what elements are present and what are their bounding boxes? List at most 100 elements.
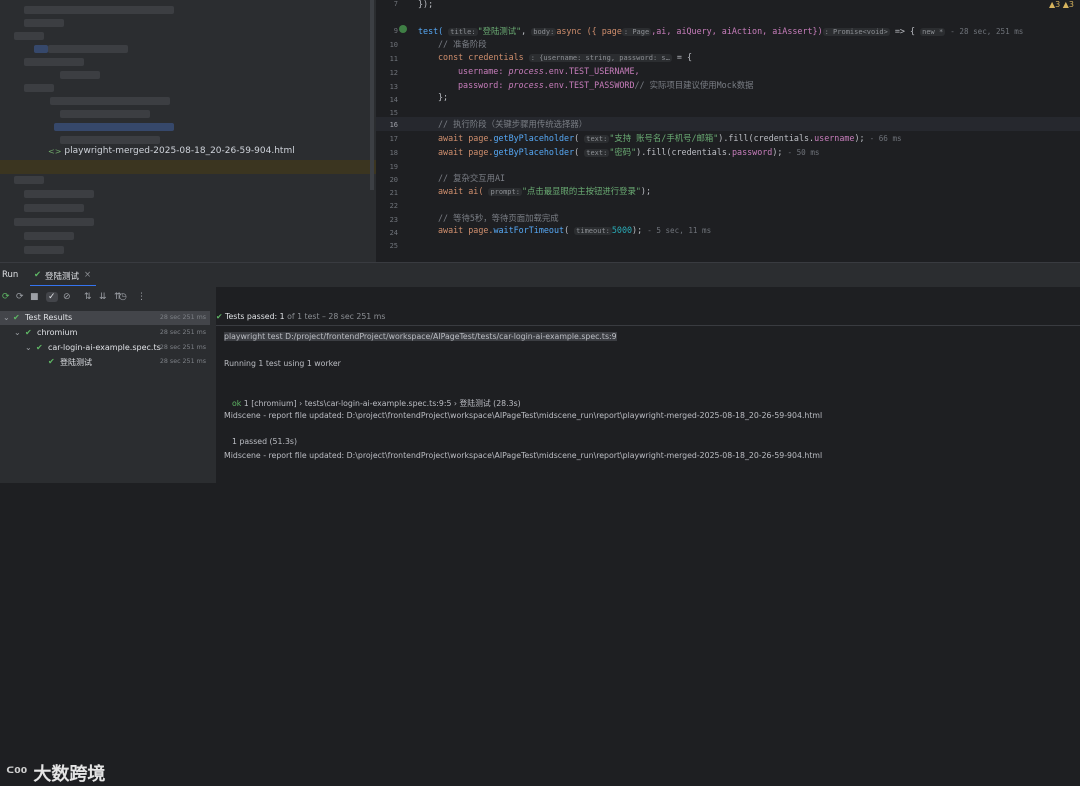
line-number: 21 [389, 189, 398, 197]
console-ok-line: ok 1 [chromium] › tests\car-login-ai-exa… [232, 398, 521, 409]
code-editor[interactable]: ▲3 ▲3 7 }); 9 test( title: "登陆测试", body: a… [376, 0, 1080, 262]
show-passed-icon[interactable]: ✓ [46, 292, 58, 302]
test-status-bar: ✔ Tests passed: 1 of 1 test – 28 sec 251… [216, 312, 385, 321]
code-line-13: password: process.env.TEST_PASSWORD// 实际… [458, 79, 754, 91]
chevron-down-icon[interactable]: ⌄ [3, 313, 10, 322]
collapse-all-icon[interactable]: ⇊ [99, 292, 107, 302]
console-report-2: Midscene - report file updated: D:\proje… [224, 451, 823, 460]
step-duration: - 66 ms [869, 134, 902, 143]
chevron-down-icon[interactable]: ⌄ [25, 343, 32, 352]
fill-call: ).fill(credentials. [636, 147, 732, 157]
ok-mark: ok [232, 399, 242, 408]
code-line-10: // 准备阶段 [438, 39, 487, 49]
console-output[interactable]: ✔ Tests passed: 1 of 1 test – 28 sec 251… [216, 310, 1080, 483]
inlay-hint-return: : Promise<void> [822, 28, 890, 36]
line-number: 11 [389, 55, 398, 63]
check-icon: ✔ [48, 357, 55, 366]
blurred-row [24, 84, 54, 92]
blurred-row [24, 6, 174, 14]
arrow-brace: => { [894, 26, 916, 36]
tree-row-spec-file[interactable]: ⌄ ✔ car-login-ai-example.spec.ts 28 sec … [0, 341, 210, 355]
tree-row-test-results[interactable]: ⌄ ✔ Test Results 28 sec 251 ms [0, 311, 210, 325]
check-icon: ✔ [34, 270, 42, 280]
inlay-hint-type: : {username: string, password: s… [528, 54, 672, 62]
line-number: 22 [389, 202, 398, 210]
line-number: 20 [389, 176, 398, 184]
code-line-7: }); [418, 0, 434, 9]
code-line-16: // 执行阶段（关键步骤用传统选择器） [438, 119, 588, 129]
blurred-row [34, 45, 48, 53]
await-page: await page. [438, 147, 494, 157]
console-running: Running 1 test using 1 worker [224, 359, 341, 368]
username-key: username: [458, 66, 504, 76]
test-title-string: "登陆测试" [477, 26, 522, 36]
line-number: 14 [389, 96, 398, 104]
blurred-row [24, 19, 64, 27]
password-key: password: [458, 80, 504, 90]
inlay-hint-body: body: [531, 28, 557, 36]
tree-row-test-case[interactable]: ✔ 登陆测试 28 sec 251 ms [0, 355, 210, 369]
code-line-20: // 复杂交互用AI [438, 173, 506, 183]
history-icon[interactable]: ◷ [119, 292, 127, 302]
blurred-row [24, 190, 94, 198]
code-line-14: }; [438, 92, 449, 102]
tree-duration: 28 sec 251 ms [159, 314, 206, 321]
close-paren: ); [772, 147, 783, 157]
line-number: 19 [389, 163, 398, 171]
placeholder-string: "密码" [609, 147, 637, 157]
stop-icon[interactable]: ■ [30, 292, 39, 302]
test-params: ,ai, aiQuery, aiAction, aiAssert}) [651, 26, 823, 36]
rerun-failed-icon[interactable]: ⟳ [16, 292, 24, 302]
status-count: 1 [279, 312, 285, 321]
close-paren: ); [632, 225, 643, 235]
blurred-row [14, 218, 94, 226]
project-file-tree[interactable]: <> playwright-merged-2025-08-18_20-26-59… [0, 0, 376, 262]
blurred-row [24, 58, 84, 66]
blurred-row [14, 32, 44, 40]
blurred-row [50, 97, 170, 105]
tree-duration: 28 sec 251 ms [159, 344, 206, 351]
chevron-down-icon[interactable]: ⌄ [14, 328, 21, 337]
blurred-row [48, 45, 128, 53]
line-number: 10 [389, 41, 398, 49]
close-paren: ); [640, 186, 652, 196]
tree-selected-row-highlight [0, 160, 376, 174]
inlay-hint-text: text: [584, 149, 610, 157]
inlay-hint-prompt: prompt: [488, 188, 522, 196]
process-ident: process [508, 80, 544, 90]
tree-file-report-html[interactable]: <> playwright-merged-2025-08-18_20-26-59… [48, 146, 295, 156]
line-number: 7 [393, 0, 398, 8]
code-line-11: const credentials : {username: string, p… [438, 52, 692, 62]
timeout-value: 5000 [611, 225, 633, 235]
tab-run-config[interactable]: 登陆测试 [45, 270, 79, 282]
ok-text: 1 [chromium] › tests\car-login-ai-exampl… [243, 399, 521, 408]
more-options-icon[interactable]: ⋮ [137, 292, 146, 302]
tree-duration: 28 sec 251 ms [159, 329, 206, 336]
credentials-decl: const credentials [438, 52, 524, 62]
inlay-hint-timeout: timeout: [574, 227, 612, 235]
tree-scrollbar[interactable] [370, 0, 374, 190]
html-file-icon: <> [48, 146, 62, 156]
close-tab-icon[interactable]: × [84, 270, 91, 280]
blurred-row [54, 123, 174, 131]
sort-icon[interactable]: ⇅ [84, 292, 92, 302]
rerun-icon[interactable]: ⟳ [2, 292, 10, 302]
blurred-row [24, 204, 84, 212]
await-ai: await ai( [438, 186, 484, 196]
console-command: playwright test D:/project/frontendProje… [224, 332, 617, 341]
check-icon: ✔ [216, 312, 223, 321]
watermark-logo-icon: ᒼ⁰⁰ [6, 764, 28, 782]
warnings-indicator[interactable]: ▲3 ▲3 [1049, 0, 1074, 9]
test-results-tree[interactable]: ⌄ ✔ Test Results 28 sec 251 ms ⌄ ✔ chrom… [0, 310, 210, 785]
line-number: 15 [389, 109, 398, 117]
run-label[interactable]: Run [2, 270, 18, 280]
show-ignored-icon[interactable]: ⊘ [63, 292, 71, 302]
run-test-icon[interactable] [399, 25, 407, 33]
blurred-row [14, 176, 44, 184]
line-number: 18 [389, 149, 398, 157]
line-number: 24 [389, 229, 398, 237]
tree-row-chromium[interactable]: ⌄ ✔ chromium 28 sec 251 ms [0, 326, 210, 340]
line-number: 17 [389, 135, 398, 143]
check-icon: ✔ [25, 328, 32, 337]
cred-username: username [814, 133, 855, 143]
